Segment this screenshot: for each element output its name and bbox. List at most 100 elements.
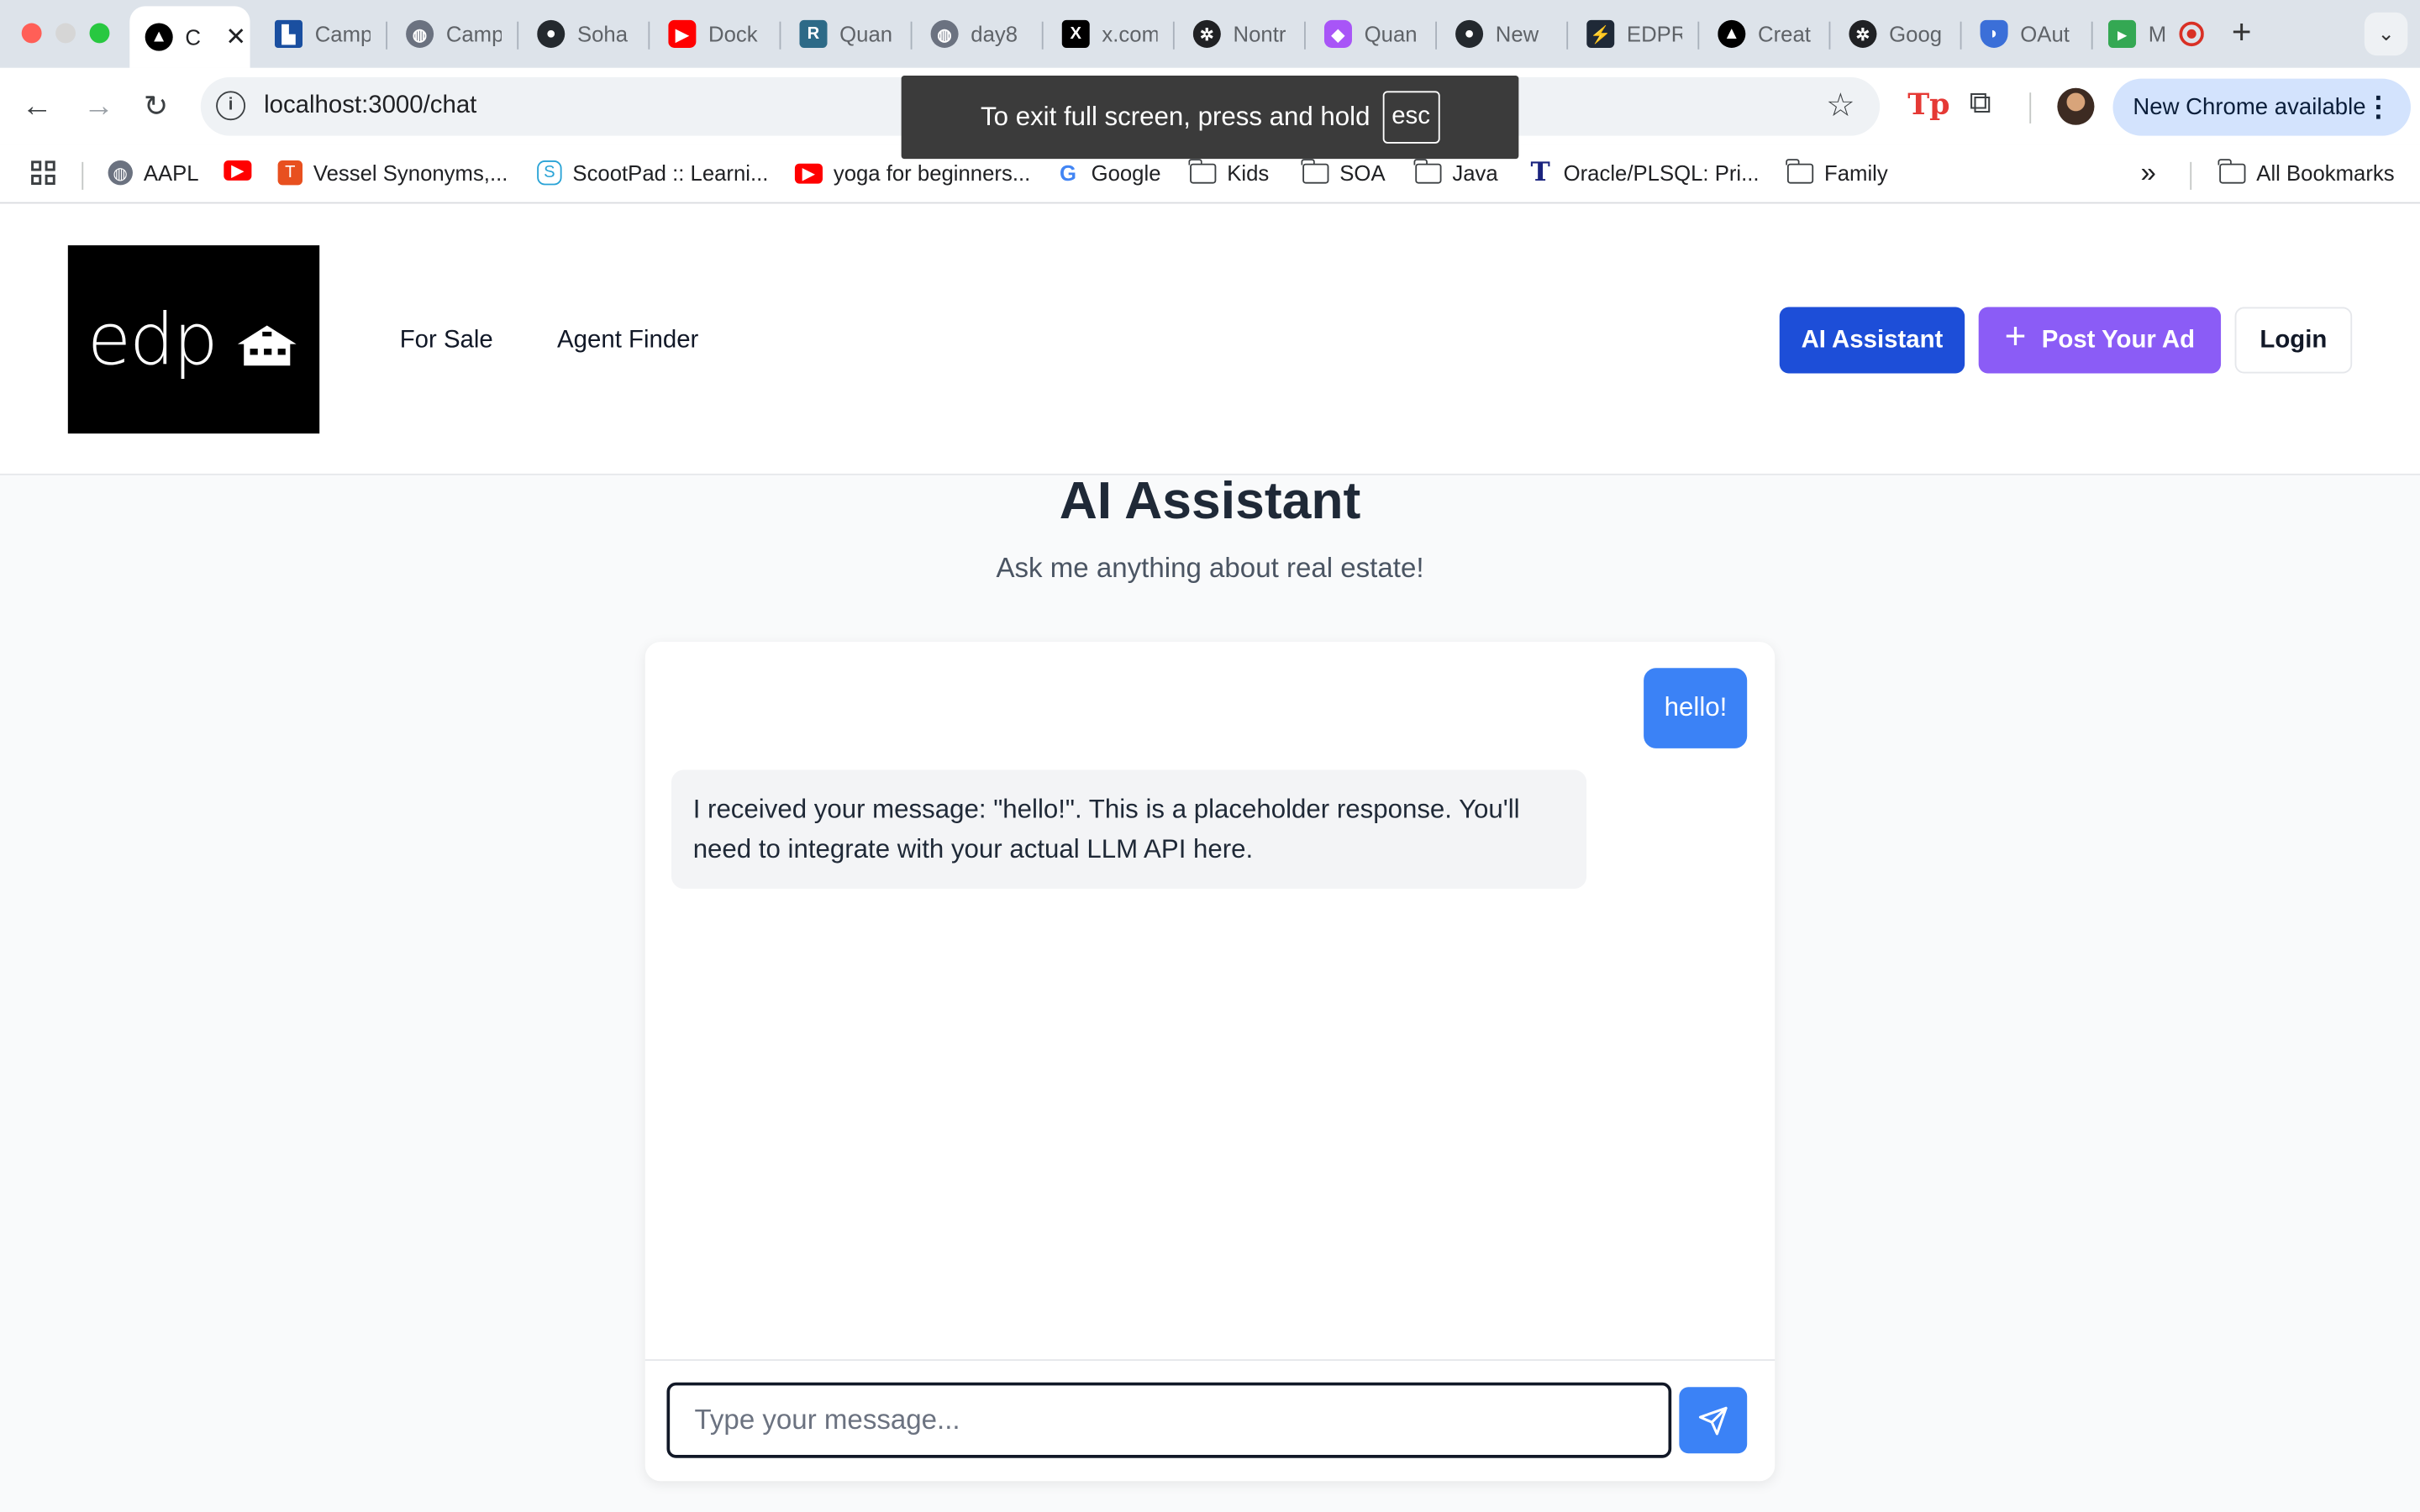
site-info-icon[interactable]: i [216, 91, 246, 121]
bookmark-star-icon[interactable]: ☆ [1826, 87, 1855, 125]
browser-tab[interactable]: ✲ Goog [1849, 9, 1944, 59]
google-icon: G [1060, 160, 1077, 186]
forward-button[interactable]: → [83, 90, 114, 125]
profile-avatar[interactable] [2057, 87, 2095, 125]
close-tab-icon[interactable]: ✕ [225, 22, 246, 53]
tab-divider [1435, 21, 1437, 50]
shield-icon: ◗ [1980, 19, 2008, 48]
meet-icon: ▸ [2107, 19, 2137, 48]
browser-tab[interactable]: ◍ Camp [406, 9, 502, 59]
send-button[interactable] [1679, 1387, 1748, 1454]
tab-divider [517, 21, 519, 50]
close-window-button[interactable] [21, 23, 42, 44]
site-logo[interactable]: edp [67, 245, 320, 434]
bookmark-folder-family[interactable]: Family [1786, 158, 1888, 185]
folder-icon [2218, 158, 2246, 183]
chrome-update-button[interactable]: New Chrome available ⋮ [2112, 78, 2411, 136]
bookmark-aapl[interactable]: ◍ AAPL [108, 160, 199, 186]
tab-label: New [1495, 21, 1539, 47]
back-button[interactable]: ← [22, 90, 53, 125]
login-button[interactable]: Login [2234, 307, 2353, 374]
bookmark-yoga[interactable]: ▶ yoga for beginners... [794, 160, 1031, 186]
youtube-icon: ▶ [668, 19, 697, 48]
browser-tab[interactable]: ◍ day8 [930, 9, 1027, 59]
bookmark-youtube[interactable]: ▶ [224, 160, 262, 181]
tab-divider [910, 21, 913, 50]
fullscreen-notice: To exit full screen, press and hold esc [901, 76, 1519, 160]
extensions-puzzle-icon[interactable]: ⧉ [1970, 87, 1991, 122]
browser-tab[interactable]: ◗ OAut [1980, 9, 2076, 59]
url-text[interactable]: localhost:3000/chat [264, 92, 476, 120]
more-menu-icon[interactable]: ⋮ [2365, 91, 2392, 123]
arrow-right-icon: → [83, 89, 114, 123]
tab-divider [1041, 21, 1044, 50]
browser-tab[interactable]: ◆ Quan [1323, 9, 1420, 59]
tab-search-button[interactable]: ⌄ [2364, 12, 2408, 56]
bookmarks-overflow-button[interactable]: » [2141, 157, 2156, 190]
minimize-window-button[interactable] [55, 23, 76, 44]
t-serif-icon: T [1530, 157, 1550, 189]
browser-tab[interactable]: ● New [1455, 9, 1551, 59]
bookmark-label: AAPL [143, 160, 199, 186]
tab-label: Quan [1364, 21, 1418, 47]
youtube-icon: ▶ [794, 162, 823, 183]
folder-icon [1414, 158, 1442, 183]
bookmark-vessel-synonyms[interactable]: T Vessel Synonyms,... [277, 160, 508, 186]
reload-button[interactable]: ↻ [144, 90, 168, 125]
browser-tab[interactable]: Xx.com [1061, 9, 1158, 59]
bookmark-google[interactable]: G Google [1055, 160, 1161, 186]
tab-label: OAut [2020, 21, 2070, 47]
triangle-logo-icon: ▲ [1718, 19, 1746, 48]
folder-icon [1786, 158, 1814, 183]
browser-tab[interactable]: ▙ Camp [274, 9, 371, 59]
fullscreen-window-button[interactable] [89, 23, 110, 44]
tab-label: x.com [1102, 21, 1158, 47]
tab-label: C [185, 24, 202, 50]
recording-icon [2178, 21, 2204, 47]
bookmark-divider [82, 161, 84, 190]
tab-label: Dock [708, 21, 758, 47]
bookmark-label: Vessel Synonyms,... [313, 160, 508, 186]
site-header: edp For Sale Agent Finder AI Assistant +… [0, 203, 2420, 475]
esc-key-badge: esc [1382, 91, 1439, 144]
browser-tab[interactable]: ⚡ EDPR [1586, 9, 1682, 59]
tp-extension-icon[interactable]: Tp [1907, 88, 1949, 122]
bookmark-label: yoga for beginners... [833, 160, 1031, 186]
message-input[interactable] [666, 1382, 1672, 1458]
tab-label: Nontr [1233, 21, 1286, 47]
folder-icon [1189, 158, 1217, 183]
browser-tab[interactable]: ▶ Dock [668, 9, 764, 59]
bookmark-scootpad[interactable]: S ScootPad :: Learni... [537, 160, 768, 186]
browser-tab[interactable]: ▸ M [2107, 9, 2204, 59]
browser-tab[interactable]: ● Soha [537, 9, 633, 59]
tab-divider [648, 21, 650, 50]
assistant-message-bubble: I received your message: "hello!". This … [671, 769, 1587, 889]
all-bookmarks-button[interactable]: All Bookmarks [2218, 158, 2395, 186]
ai-assistant-button[interactable]: AI Assistant [1779, 307, 1965, 374]
bookmark-folder-kids[interactable]: Kids [1189, 158, 1270, 186]
browser-tab[interactable]: ✲ Nontr [1192, 9, 1289, 59]
tab-divider [1697, 21, 1700, 50]
nav-for-sale[interactable]: For Sale [400, 327, 493, 354]
castle-icon: ▙ [274, 19, 302, 48]
browser-tab[interactable]: R Quan [799, 9, 895, 59]
post-ad-button[interactable]: + Post Your Ad [1978, 307, 2222, 374]
nav-agent-finder[interactable]: Agent Finder [557, 327, 698, 354]
bookmark-folder-java[interactable]: Java [1414, 158, 1498, 185]
browser-tab[interactable]: ▲ Creat [1718, 9, 1813, 59]
t-logo-icon: T [277, 160, 302, 186]
toolbar-divider [2029, 92, 2032, 123]
tab-divider [1960, 21, 1962, 50]
new-tab-button[interactable]: + [2232, 13, 2252, 53]
bookmark-folder-soa[interactable]: SOA [1302, 158, 1386, 185]
bookmark-label: Kids [1227, 160, 1270, 186]
tab-label: day8 [971, 21, 1018, 47]
apps-grid-icon[interactable] [29, 159, 57, 186]
bookmark-oracle-plsql[interactable]: T Oracle/PLSQL: Pri... [1528, 157, 1759, 189]
globe-icon: ◍ [406, 19, 434, 48]
browser-tab-active[interactable]: ▲ C ✕ [129, 6, 250, 68]
youtube-icon: ▶ [224, 160, 252, 181]
tab-label: EDPR [1626, 21, 1683, 47]
tab-label: Quan [839, 21, 893, 47]
bookmark-label: All Bookmarks [2256, 160, 2395, 186]
